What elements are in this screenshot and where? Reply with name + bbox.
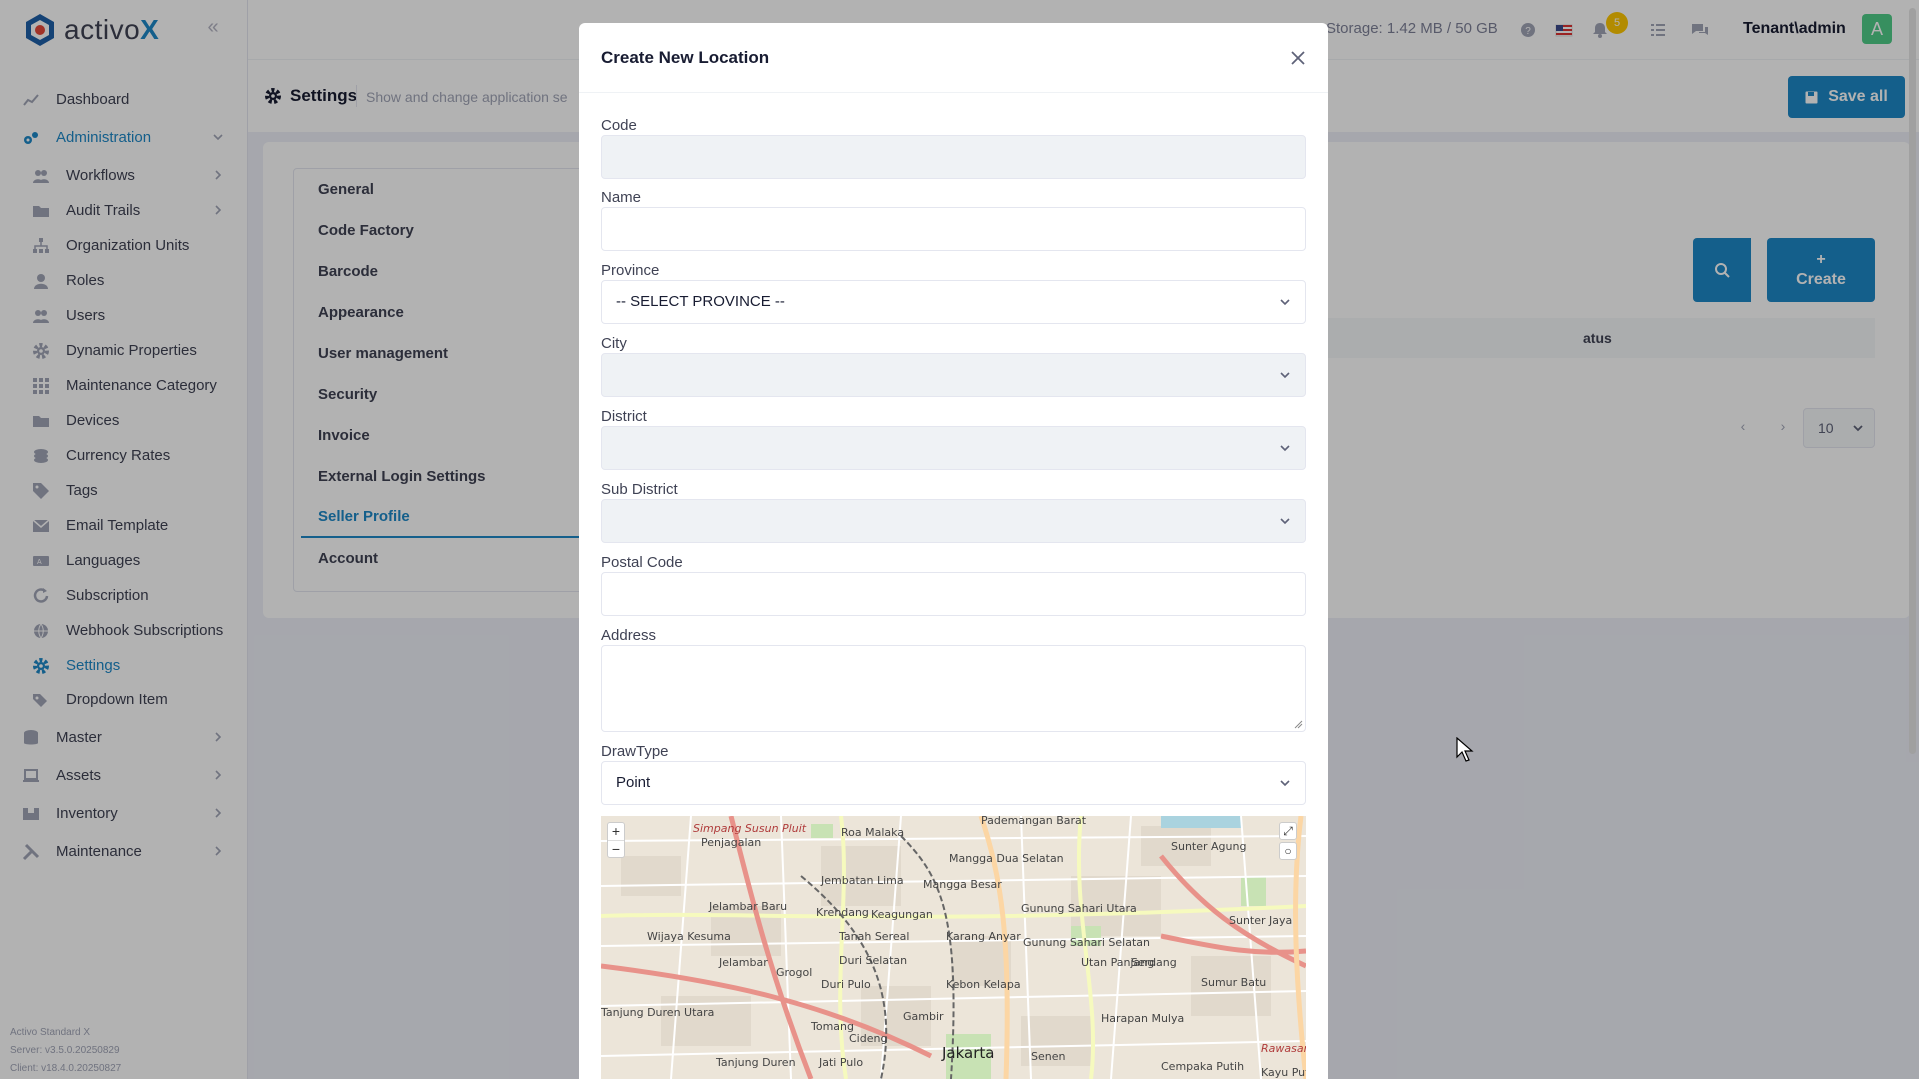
sub-district-select[interactable] xyxy=(601,499,1306,543)
map-place-label: Sunter Agung xyxy=(1171,840,1247,853)
map-place-label: Penjagalan xyxy=(701,836,762,849)
map-place-label: Gunung Sahari Utara xyxy=(1021,902,1137,915)
map-place-label: Jelambar xyxy=(719,956,768,969)
postal-code-label: Postal Code xyxy=(601,554,683,571)
close-icon[interactable] xyxy=(1287,47,1309,69)
map-place-label: Sunter Jaya xyxy=(1229,914,1293,927)
drawtype-label: DrawType xyxy=(601,743,669,760)
address-textarea[interactable] xyxy=(601,645,1306,732)
map-place-label: Grogol xyxy=(776,966,813,979)
map-place-label: Rawasari xyxy=(1261,1042,1306,1055)
mouse-cursor-icon xyxy=(1456,737,1474,762)
modal-title: Create New Location xyxy=(601,48,770,67)
map-place-label: Tomang xyxy=(811,1020,854,1033)
fullscreen-icon[interactable]: ⤢ xyxy=(1279,822,1297,840)
map-place-label: Jelambar Baru xyxy=(709,900,788,913)
zoom-in-button[interactable]: + xyxy=(608,823,624,840)
code-input[interactable] xyxy=(601,135,1306,179)
map-place-label: Jakarta xyxy=(942,1044,995,1062)
create-location-modal: Create New Location Code Name Province -… xyxy=(579,23,1328,1079)
district-select[interactable] xyxy=(601,426,1306,470)
map-place-label: Keagungan xyxy=(871,908,933,921)
location-map[interactable]: + − ⤢ ○ Pademangan Barat Simpang Susun Pl… xyxy=(601,816,1306,1079)
code-label: Code xyxy=(601,117,637,134)
address-label: Address xyxy=(601,627,657,644)
chevron-down-icon xyxy=(1280,299,1290,306)
postal-code-input[interactable] xyxy=(601,572,1306,616)
sub-district-label: Sub District xyxy=(601,481,678,498)
province-value: -- SELECT PROVINCE -- xyxy=(616,293,785,310)
city-label: City xyxy=(601,335,627,352)
map-place-label: Duri Pulo xyxy=(821,978,871,991)
map-place-label: Tanah Sereal xyxy=(839,930,910,943)
map-place-label: Krendang xyxy=(816,906,869,919)
scrollbar-thumb[interactable] xyxy=(1909,8,1916,754)
map-place-label: Serdang xyxy=(1131,956,1177,969)
chevron-down-icon xyxy=(1280,372,1290,379)
page-scrollbar[interactable] xyxy=(1906,0,1919,1079)
map-place-label: Roa Malaka xyxy=(841,826,905,839)
map-place-label: Jembatan Lima xyxy=(821,874,904,887)
zoom-out-button[interactable]: − xyxy=(608,840,624,857)
map-place-label: Gambir xyxy=(903,1010,944,1023)
name-input[interactable] xyxy=(601,207,1306,251)
map-place-label: Cempaka Putih xyxy=(1161,1060,1245,1073)
map-place-label: Harapan Mulya xyxy=(1101,1012,1185,1025)
map-place-label: Karang Anyar xyxy=(946,930,1021,943)
drawtype-value: Point xyxy=(616,774,651,791)
district-label: District xyxy=(601,408,647,425)
chevron-down-icon xyxy=(1280,445,1290,452)
modal-header: Create New Location xyxy=(579,23,1328,93)
resize-grip-icon[interactable] xyxy=(1294,720,1303,729)
map-place-label: Kebon Kelapa xyxy=(946,978,1021,991)
map-zoom-control: + − xyxy=(607,822,625,858)
map-place-label: Pademangan Barat xyxy=(981,816,1087,827)
map-place-label: Gunung Sahari Selatan xyxy=(1023,936,1150,949)
chevron-down-icon xyxy=(1280,518,1290,525)
map-place-label: Sumur Batu xyxy=(1201,976,1267,989)
map-place-label: Wijaya Kesuma xyxy=(647,930,731,943)
province-label: Province xyxy=(601,262,660,279)
map-place-label: Jati Pulo xyxy=(819,1056,864,1069)
map-place-label: Simpang Susun Pluit xyxy=(693,822,807,835)
name-label: Name xyxy=(601,189,642,206)
city-select[interactable] xyxy=(601,353,1306,397)
locate-icon[interactable]: ○ xyxy=(1279,842,1297,860)
drawtype-select[interactable]: Point xyxy=(601,761,1306,805)
map-place-label: Tanjung Duren xyxy=(716,1056,796,1069)
map-place-label: Senen xyxy=(1031,1050,1066,1063)
map-place-label: Kayu Putih xyxy=(1261,1066,1306,1079)
map-place-label: Duri Selatan xyxy=(839,954,908,967)
province-select[interactable]: -- SELECT PROVINCE -- xyxy=(601,280,1306,324)
map-place-label: Cideng xyxy=(849,1032,888,1045)
map-place-label: Mangga Dua Selatan xyxy=(949,852,1064,865)
chevron-down-icon xyxy=(1280,780,1290,787)
map-place-label: Tanjung Duren Utara xyxy=(601,1006,715,1019)
map-place-label: Mangga Besar xyxy=(923,878,1002,891)
